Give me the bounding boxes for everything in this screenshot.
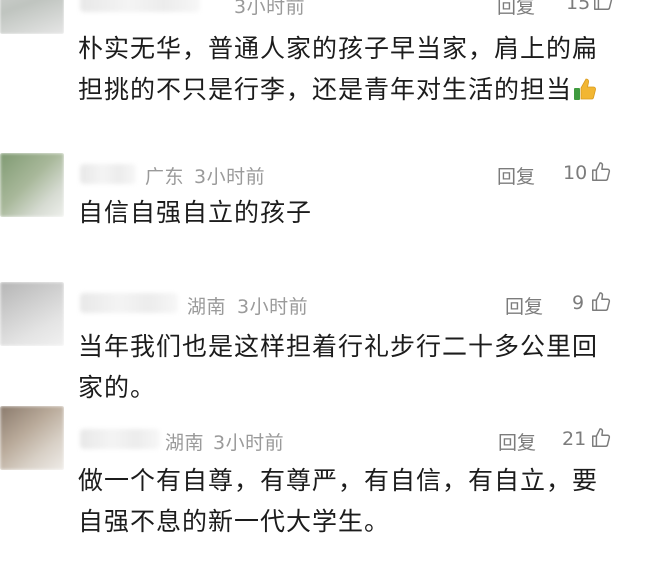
username-blurred[interactable] <box>80 0 200 12</box>
thumb-up-outline-icon[interactable] <box>590 427 612 449</box>
like-count: 9 <box>572 292 585 314</box>
username-blurred[interactable] <box>80 293 178 313</box>
thumb-up-outline-icon[interactable] <box>590 161 612 183</box>
comment-text: 自信自强自立的孩子 <box>78 198 313 227</box>
comment-time: 3小时前 <box>213 432 285 454</box>
like-count: 15 <box>566 0 591 14</box>
reply-button[interactable]: 回复 <box>497 162 535 189</box>
thumb-up-outline-icon[interactable] <box>590 291 612 313</box>
avatar[interactable] <box>0 282 64 346</box>
comment-time: 3小时前 <box>237 296 309 318</box>
username-blurred[interactable] <box>80 429 160 449</box>
comment-text: 做一个有自尊，有尊严，有自信，有自立，要自强不息的新一代大学生。 <box>78 466 599 536</box>
username-blurred[interactable] <box>80 164 136 184</box>
like-count: 10 <box>563 162 588 184</box>
comment-body: 朴实无华，普通人家的孩子早当家，肩上的扁担挑的不只是行李，还是青年对生活的担当 <box>78 34 599 104</box>
avatar[interactable] <box>0 406 64 470</box>
reply-button[interactable]: 回复 <box>498 428 536 455</box>
comment-region: 湖南 <box>187 296 227 318</box>
reply-button[interactable]: 回复 <box>497 0 535 19</box>
avatar[interactable] <box>0 153 64 217</box>
comment-text: 当年我们也是这样担着行礼步行二十多公里回家的。 <box>78 332 599 402</box>
comment-time: 3小时前 <box>234 0 306 18</box>
thumbs-up-emoji <box>574 78 597 100</box>
avatar[interactable] <box>0 0 64 34</box>
comment-text: 朴实无华，普通人家的孩子早当家，肩上的扁担挑的不只是行李，还是青年对生活的担当 <box>78 28 623 110</box>
comment-screen: { "comments": [ { "region": "", "time": … <box>0 0 646 575</box>
comment-time: 3小时前 <box>194 166 266 188</box>
like-count: 21 <box>562 428 587 450</box>
comment-region: 湖南 <box>165 432 205 454</box>
comment-region: 广东 <box>145 166 185 188</box>
thumb-up-outline-icon[interactable] <box>592 0 614 12</box>
reply-button[interactable]: 回复 <box>505 292 543 319</box>
